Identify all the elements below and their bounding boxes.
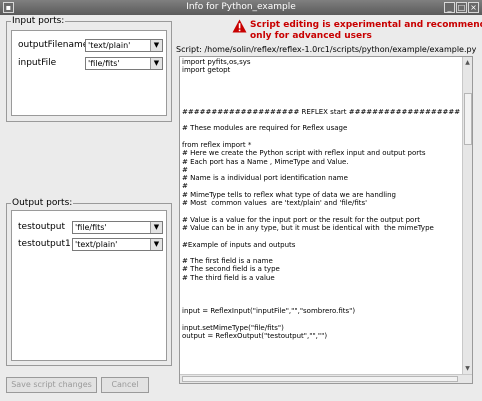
output-ports-group: Output ports: testoutput 'file/fits' ▼ t… bbox=[6, 198, 172, 366]
warning-text-line2: only for advanced users bbox=[250, 31, 372, 41]
input-port-mime-select[interactable]: 'text/plain' ▼ bbox=[85, 39, 163, 52]
input-ports-group: Input ports: outputFilename 'text/plain'… bbox=[6, 16, 172, 122]
minimize-icon[interactable]: _ bbox=[444, 2, 455, 13]
input-port-name: inputFile bbox=[18, 58, 57, 68]
input-port-name: outputFilename bbox=[18, 40, 89, 50]
input-ports-panel: outputFilename 'text/plain' ▼ inputFile … bbox=[11, 30, 167, 116]
warning-icon bbox=[232, 19, 247, 33]
input-port-mime-select[interactable]: 'file/fits' ▼ bbox=[85, 57, 163, 70]
scrollbar-thumb[interactable] bbox=[464, 93, 472, 145]
save-script-changes-button[interactable]: Save script changes bbox=[6, 377, 97, 393]
chevron-down-icon[interactable]: ▼ bbox=[150, 58, 162, 69]
cancel-button[interactable]: Cancel bbox=[101, 377, 149, 393]
input-port-mime-value: 'text/plain' bbox=[88, 41, 131, 50]
output-port-mime-value: 'file/fits' bbox=[75, 223, 107, 232]
script-code-text[interactable]: import pyfits,os,sys import getopt #####… bbox=[182, 58, 460, 374]
scroll-up-icon[interactable]: ▲ bbox=[463, 58, 472, 67]
chevron-down-icon[interactable]: ▼ bbox=[150, 40, 162, 51]
chevron-down-icon[interactable]: ▼ bbox=[150, 222, 162, 233]
window-titlebar[interactable]: ▪ Info for Python_example _ □ × bbox=[0, 0, 482, 15]
output-port-mime-value: 'text/plain' bbox=[75, 240, 118, 249]
scrollbar-thumb[interactable] bbox=[182, 376, 458, 382]
vertical-scrollbar[interactable]: ▲ ▼ bbox=[462, 57, 472, 375]
scroll-down-icon[interactable]: ▼ bbox=[463, 364, 472, 373]
chevron-down-icon[interactable]: ▼ bbox=[150, 239, 162, 250]
output-ports-panel: testoutput 'file/fits' ▼ testoutput1 'te… bbox=[11, 210, 167, 361]
output-port-mime-select[interactable]: 'file/fits' ▼ bbox=[72, 221, 163, 234]
input-port-mime-value: 'file/fits' bbox=[88, 59, 120, 68]
output-port-mime-select[interactable]: 'text/plain' ▼ bbox=[72, 238, 163, 251]
horizontal-scrollbar[interactable] bbox=[180, 374, 472, 383]
maximize-icon[interactable]: □ bbox=[456, 2, 467, 13]
input-ports-title: Input ports: bbox=[11, 16, 66, 27]
warning-text-line1: Script editing is experimental and recom… bbox=[250, 20, 482, 30]
close-icon[interactable]: × bbox=[468, 2, 479, 13]
output-port-name: testoutput bbox=[18, 222, 65, 232]
script-editor[interactable]: import pyfits,os,sys import getopt #####… bbox=[179, 56, 473, 384]
output-ports-title: Output ports: bbox=[11, 198, 74, 209]
script-path-label: Script: /home/solin/reflex/reflex-1.0rc1… bbox=[176, 45, 477, 54]
output-port-name: testoutput1 bbox=[18, 239, 71, 249]
window-title: Info for Python_example bbox=[186, 2, 296, 12]
